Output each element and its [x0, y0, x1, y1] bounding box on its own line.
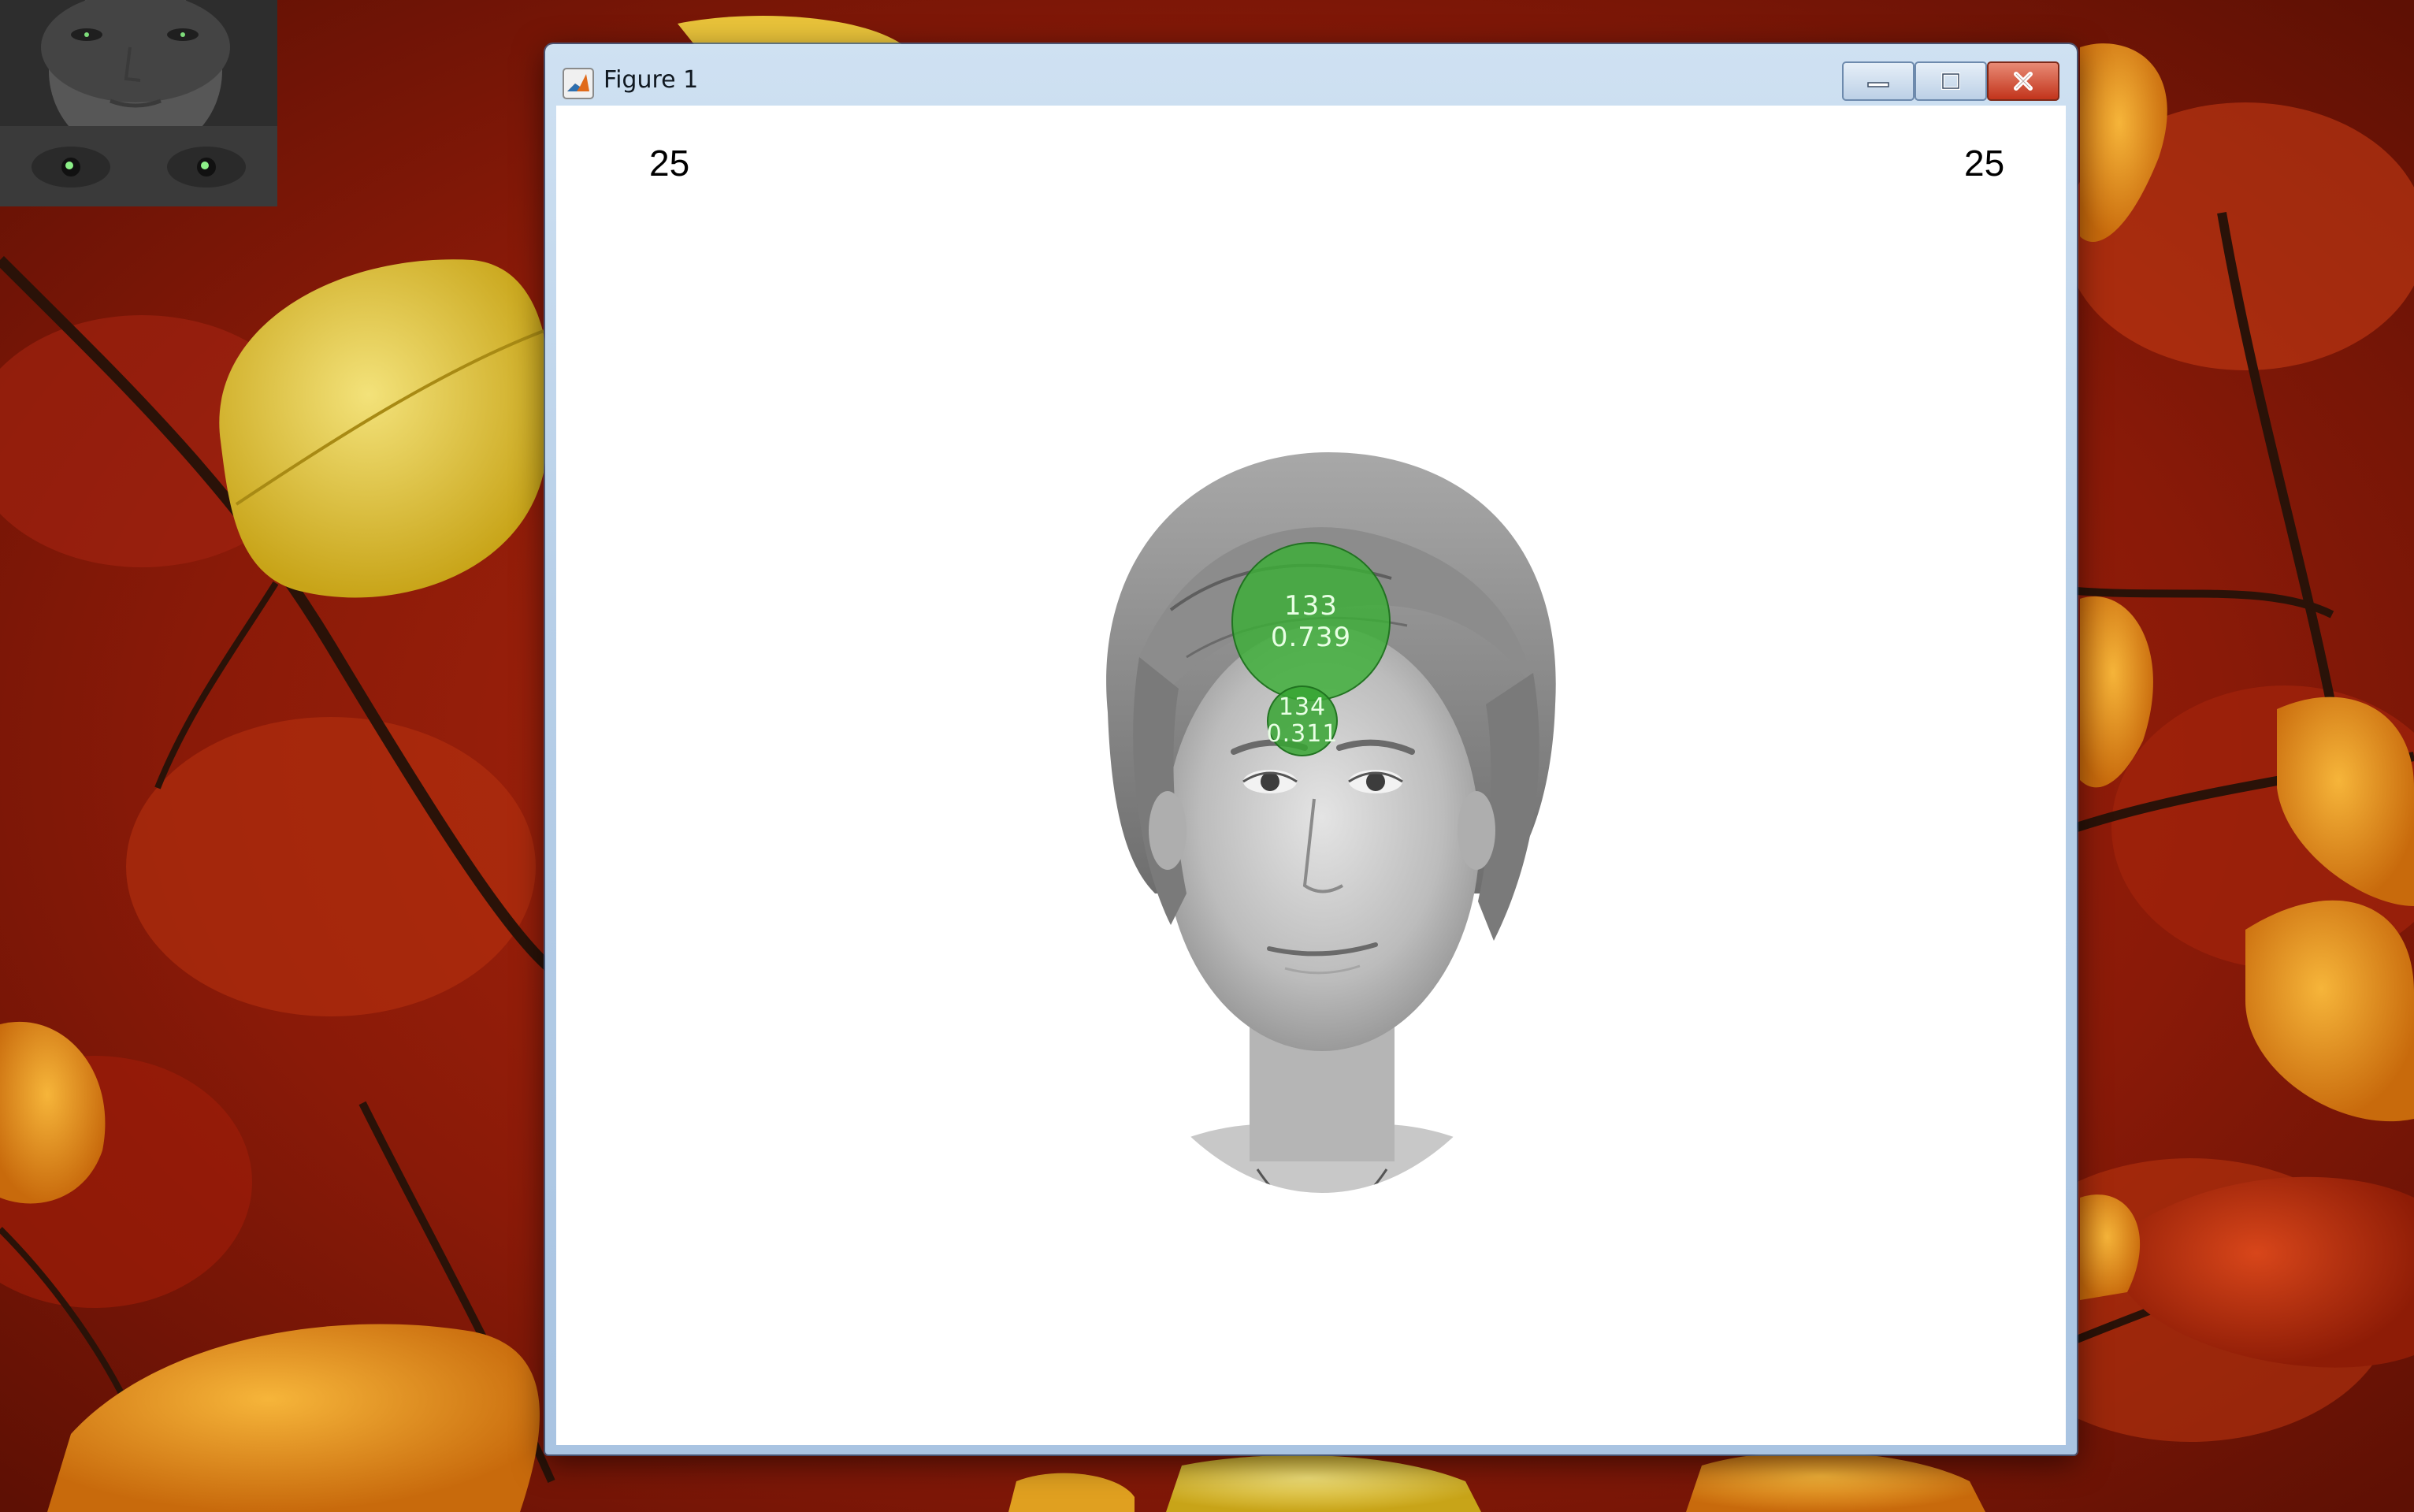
fixation-bubble: 134 0.311	[1267, 685, 1338, 756]
eye-tracker-camera-preview	[0, 0, 277, 206]
minimize-button[interactable]	[1842, 61, 1914, 101]
corner-label-top-left: 25	[649, 143, 690, 184]
fixation-id: 134	[1278, 693, 1327, 721]
fixation-id: 133	[1284, 590, 1338, 622]
figure-window: Figure 1 25 25 133 0.739 134 0.311	[545, 44, 2077, 1454]
close-icon	[2011, 70, 2035, 92]
matlab-icon	[563, 68, 594, 99]
maximize-icon	[1939, 71, 1963, 91]
window-title: Figure 1	[604, 66, 699, 94]
fixation-value: 0.739	[1270, 622, 1352, 653]
close-button[interactable]	[1987, 61, 2059, 101]
face-stimulus-image	[556, 106, 2066, 1445]
fixation-value: 0.311	[1266, 720, 1339, 748]
figure-canvas[interactable]: 25 25 25 25 133 0.739 134 0.311	[556, 106, 2066, 1445]
minimize-icon	[1865, 73, 1892, 89]
corner-label-top-right: 25	[1964, 143, 2005, 184]
maximize-button[interactable]	[1914, 61, 1987, 101]
fixation-bubble: 133 0.739	[1231, 542, 1391, 701]
window-titlebar[interactable]: Figure 1	[545, 44, 2077, 106]
